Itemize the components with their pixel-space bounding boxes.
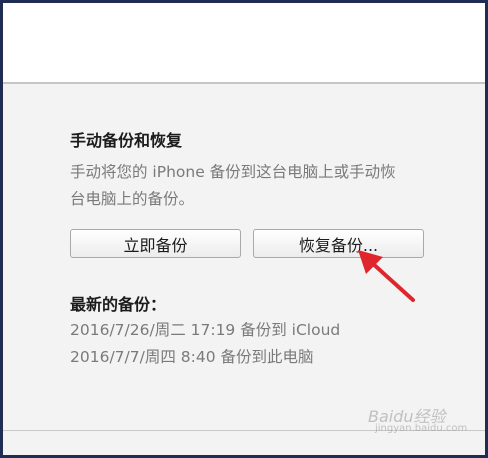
description-line-2: 台电脑上的备份。 [70, 190, 195, 208]
latest-backup-entry: 2016/7/7/周四 8:40 备份到此电脑 [70, 348, 314, 366]
description-line-1: 手动将您的 iPhone 备份到这台电脑上或手动恢 [70, 163, 396, 181]
latest-backup-title: 最新的备份： [70, 295, 167, 314]
section-title: 手动备份和恢复 [70, 131, 183, 150]
latest-backup-entry: 2016/7/26/周二 17:19 备份到 iCloud [70, 321, 341, 339]
annotation-arrow-icon [358, 250, 415, 302]
section-description: 手动将您的 iPhone 备份到这台电脑上或手动恢 台电脑上的备份。 [70, 159, 485, 213]
backup-now-button[interactable]: 立即备份 [70, 229, 241, 258]
top-area [3, 3, 485, 82]
screenshot-frame: 手动备份和恢复 手动将您的 iPhone 备份到这台电脑上或手动恢 台电脑上的备… [0, 0, 488, 458]
watermark-subtext: jingyan.baidu.com [375, 423, 468, 434]
